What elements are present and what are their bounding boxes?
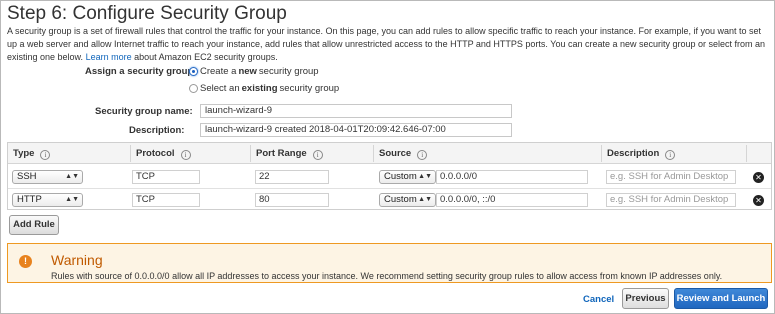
rules-table: Type i Protocol i Port Range i Source i Desc… bbox=[7, 142, 772, 210]
select-arrows-icon: ▲▼ bbox=[65, 196, 79, 203]
rule-source-input[interactable]: 0.0.0.0/0 bbox=[436, 170, 588, 184]
header-description-label: Description bbox=[607, 148, 660, 159]
rule-port-range-input[interactable]: 22 bbox=[255, 170, 329, 184]
info-icon[interactable]: i bbox=[417, 150, 428, 160]
select-arrows-icon: ▲▼ bbox=[65, 173, 79, 180]
intro-tail: about Amazon EC2 security groups. bbox=[134, 52, 278, 62]
description-label: Description: bbox=[129, 125, 185, 136]
rule-source-type-value: Custom bbox=[384, 171, 417, 182]
rule-source-type-value: Custom bbox=[384, 194, 417, 205]
assign-label: Assign a security group: bbox=[85, 66, 197, 77]
radio-unselected-icon[interactable] bbox=[189, 84, 198, 93]
info-icon[interactable]: i bbox=[665, 150, 676, 160]
header-description: Description i bbox=[602, 143, 676, 164]
warning-icon: ! bbox=[19, 255, 32, 268]
rule-type-select[interactable]: SSH ▲▼ bbox=[12, 170, 83, 184]
intro-text: A security group is a set of firewall ru… bbox=[7, 25, 772, 64]
radio-create-bold: new bbox=[238, 66, 257, 77]
header-type-label: Type bbox=[13, 148, 35, 159]
review-and-launch-button[interactable]: Review and Launch bbox=[674, 288, 768, 309]
rule-source-input[interactable]: 0.0.0.0/0, ::/0 bbox=[436, 193, 588, 207]
header-port-range-label: Port Range bbox=[256, 148, 307, 159]
radio-create-post: security group bbox=[258, 66, 319, 77]
header-protocol-label: Protocol bbox=[136, 148, 175, 159]
add-rule-button[interactable]: Add Rule bbox=[9, 215, 59, 235]
rule-row: SSH ▲▼ TCP 22 Custom ▲▼ 0.0.0.0/0 e.g. SSH… bbox=[8, 165, 771, 188]
radio-existing-bold: existing bbox=[241, 83, 278, 94]
radio-existing-pre: Select an bbox=[200, 83, 240, 94]
group-name-input[interactable]: launch-wizard-9 bbox=[200, 104, 512, 118]
column-divider bbox=[746, 145, 747, 162]
rules-table-header: Type i Protocol i Port Range i Source i Desc… bbox=[8, 143, 771, 164]
header-source-label: Source bbox=[379, 148, 412, 159]
group-name-label: Security group name: bbox=[95, 106, 193, 117]
cancel-link[interactable]: Cancel bbox=[583, 294, 614, 305]
warning-message: Rules with source of 0.0.0.0/0 allow all… bbox=[51, 271, 723, 281]
radio-select-existing[interactable]: Select an existing security group bbox=[189, 83, 339, 94]
rule-type-select[interactable]: HTTP ▲▼ bbox=[12, 193, 83, 207]
radio-existing-post: security group bbox=[279, 83, 340, 94]
header-type: Type i bbox=[8, 143, 51, 164]
page-title: Step 6: Configure Security Group bbox=[7, 3, 287, 24]
rule-source-select[interactable]: Custom ▲▼ bbox=[379, 170, 436, 184]
rule-protocol-field: TCP bbox=[132, 193, 200, 207]
previous-button[interactable]: Previous bbox=[622, 288, 669, 309]
warning-title: Warning bbox=[51, 252, 103, 268]
info-icon[interactable]: i bbox=[312, 150, 323, 160]
rule-port-range-input[interactable]: 80 bbox=[255, 193, 329, 207]
info-icon[interactable]: i bbox=[40, 150, 51, 160]
radio-create-new[interactable]: Create a new security group bbox=[189, 66, 319, 77]
remove-rule-icon[interactable]: ✕ bbox=[753, 195, 764, 206]
radio-selected-icon[interactable] bbox=[189, 67, 198, 76]
info-icon[interactable]: i bbox=[180, 150, 191, 160]
learn-more-link[interactable]: Learn more bbox=[86, 52, 132, 62]
header-port-range: Port Range i bbox=[251, 143, 323, 164]
remove-rule-icon[interactable]: ✕ bbox=[753, 172, 764, 183]
description-input[interactable]: launch-wizard-9 created 2018-04-01T20:09… bbox=[200, 123, 512, 137]
header-protocol: Protocol i bbox=[131, 143, 191, 164]
rule-source-select[interactable]: Custom ▲▼ bbox=[379, 193, 436, 207]
rule-description-input[interactable]: e.g. SSH for Admin Desktop bbox=[606, 193, 736, 207]
rule-description-input[interactable]: e.g. SSH for Admin Desktop bbox=[606, 170, 736, 184]
select-arrows-icon: ▲▼ bbox=[418, 196, 432, 203]
configure-security-group-panel: Step 6: Configure Security Group A secur… bbox=[0, 0, 775, 314]
rule-protocol-field: TCP bbox=[132, 170, 200, 184]
rule-type-value: HTTP bbox=[17, 194, 42, 205]
radio-create-pre: Create a bbox=[200, 66, 237, 77]
select-arrows-icon: ▲▼ bbox=[418, 173, 432, 180]
rule-row: HTTP ▲▼ TCP 80 Custom ▲▼ 0.0.0.0/0, ::/0 e… bbox=[8, 188, 771, 211]
warning-banner: ! Warning Rules with source of 0.0.0.0/0… bbox=[7, 243, 772, 283]
header-source: Source i bbox=[374, 143, 428, 164]
rule-type-value: SSH bbox=[17, 171, 37, 182]
